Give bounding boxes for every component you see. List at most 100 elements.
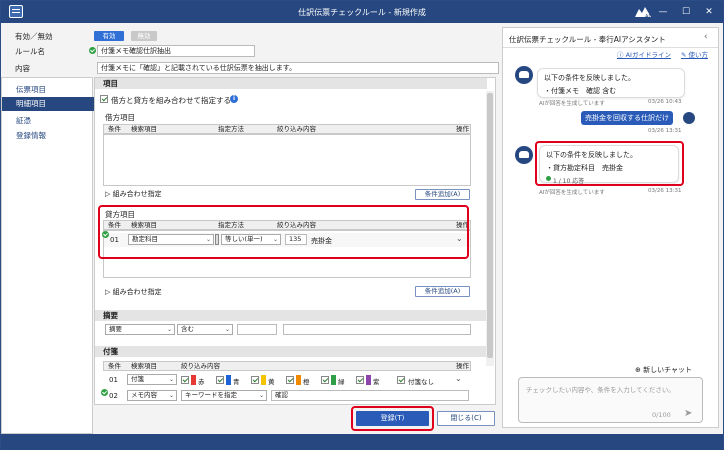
scrollbar-thumb[interactable] [487,93,493,358]
chevron-right-icon: ▷ [105,190,113,198]
chevron-right-icon: ▷ [105,288,113,296]
ai-msg1-meta: AIが回答を生成しています [539,101,605,107]
combine-label: 借方と貸方を組み合わせて指定する [111,96,231,105]
fusen-row2-check-icon [101,389,108,396]
fusen-color-swatch [296,375,301,385]
fusen-memo-method-value: キーワードを指定 [185,391,237,399]
fusen-color-checkbox[interactable] [251,376,259,384]
nav-item-meisai[interactable]: 明細項目 [2,97,133,111]
rule-name-input[interactable]: 付箋メモ確認仕訳抽出 [97,45,255,57]
credit-add-condition-button[interactable]: 条件追加(A) [415,286,470,297]
summary-value-input[interactable] [237,324,277,335]
fusen-row-1: 01 付箋 ⌄ 赤 青 黄 橙 緑 紫 付箋なし ⌄ [103,373,471,387]
fusen-color-checkbox[interactable] [181,376,189,384]
window-title: 仕訳伝票チェックルール - 新規作成 [298,8,426,17]
col-item: 検索項目 [131,125,157,133]
ai-panel-title: 仕訳伝票チェックルール - 奉行AIアシスタント [509,35,666,44]
user-msg-time: 03/26 13:31 [648,128,682,134]
active-label: 有効／無効 [15,32,53,41]
new-chat-button[interactable]: ⊕ 新しいチャット [635,365,692,375]
fusen-item-select[interactable]: 付箋 ⌄ [127,374,177,385]
fusen-memo-item-value: メモ内容 [131,391,157,399]
chevron-down-icon: ⌄ [168,376,174,383]
rule-name-label: ルール名 [15,47,45,56]
chat-input-box[interactable]: チェックしたい内容や、条件を入力してください。 0/100 ➤ [518,377,703,423]
ai-avatar-icon [515,66,533,84]
fusen-color-checkbox[interactable] [356,376,364,384]
chevron-down-icon: ⌄ [258,392,264,399]
col-filter: 絞り込み内容 [181,362,220,370]
send-icon[interactable]: ➤ [684,408,692,419]
nav-item-shohyo[interactable]: 証憑 [2,114,94,128]
summary-method-value: 含む [181,325,194,333]
howto-icon: ✎ [681,51,689,59]
fusen-color-checkbox[interactable] [216,376,224,384]
summary-extra-input[interactable] [283,324,471,335]
fusen-item-value: 付箋 [131,375,144,383]
combine-checkbox[interactable] [100,95,108,103]
ai-guideline-link[interactable]: ⓘ AIガイドライン [617,49,671,59]
ai-msg1-line1: 以下の条件を反映しました。 [544,74,635,82]
ai-message-highlight-frame [535,141,684,186]
rule-name-check-icon [89,47,96,54]
chevron-down-icon: ⌄ [168,392,174,399]
fusen-row-2: 02 メモ内容 ⌄ キーワードを指定 ⌄ 確認 [101,389,471,403]
active-on-toggle[interactable]: 有効 [94,31,124,41]
close-button[interactable]: 閉じる(C) [437,411,495,426]
debit-title: 借方項目 [105,113,135,122]
fusen-row1-no: 01 [109,376,118,384]
chevron-down-icon: ⌄ [224,326,230,333]
maximize-button[interactable]: ☐ [679,5,693,19]
ai-msg2-meta: AIが回答を生成しています [539,190,605,196]
howto-link[interactable]: ✎ 使い方 [681,49,708,59]
status-bar [1,434,723,450]
fusen-memo-keyword-input[interactable]: 確認 [271,390,469,401]
content-label: 内容 [15,64,30,73]
main-scrollbar[interactable] [486,91,494,366]
fusen-row1-menu-icon[interactable]: ⌄ [455,374,462,383]
summary-section-header: 摘要 [95,310,487,321]
fusen-color-label: 赤 [198,378,205,386]
app-window: 仕訳伝票チェックルール - 新規作成 AI — ☐ ✕ 有効／無効 有効 無効 … [0,0,724,450]
fusen-color-swatch [331,375,336,385]
nav-item-toroku[interactable]: 登録情報 [2,129,94,143]
close-window-button[interactable]: ✕ [702,5,716,19]
fusen-color-label: 黄 [268,378,275,386]
chat-char-counter: 0/100 [652,411,671,419]
fusen-color-checkbox[interactable] [321,376,329,384]
summary-item-select[interactable]: 摘要 ⌄ [105,324,175,335]
debit-list [103,134,471,186]
ai-msg2-time: 03/26 13:31 [648,188,682,194]
nav-item-meisai-label: 明細項目 [16,99,46,108]
bugyo-logo-icon: AI [635,7,651,19]
debit-add-condition-button[interactable]: 条件追加(A) [415,189,470,200]
fusen-none-checkbox[interactable] [397,376,405,384]
col-cond: 条件 [108,362,121,370]
credit-combo-toggle[interactable]: ▷ 組み合わせ指定 [105,287,162,297]
fusen-none-label: 付箋なし [408,378,434,386]
fusen-color-swatch [226,375,231,385]
fusen-color-checkbox[interactable] [286,376,294,384]
plus-circle-icon: ⊕ [635,366,644,374]
fusen-memo-item-select[interactable]: メモ内容 ⌄ [127,390,177,401]
chevron-down-icon: ⌄ [166,326,172,333]
minimize-button[interactable]: — [656,5,670,19]
side-nav: 伝票項目 明細項目 証憑 登録情報 [1,77,133,434]
active-off-toggle[interactable]: 無効 [131,31,157,41]
svg-text:AI: AI [645,14,650,19]
debit-combo-toggle[interactable]: ▷ 組み合わせ指定 [105,189,162,199]
content-input[interactable]: 付箋メモに「確認」と記載されている仕訳伝票を抽出します。 [97,62,499,74]
credit-combo-label: 組み合わせ指定 [112,288,162,296]
collapse-chevron-icon[interactable]: ‹ [704,32,708,42]
title-bar: 仕訳伝票チェックルール - 新規作成 AI — ☐ ✕ [1,1,723,23]
col-cond: 条件 [108,125,121,133]
user-message: 売掛金を回収する仕訳だけ [581,111,673,125]
fusen-memo-method-select[interactable]: キーワードを指定 ⌄ [181,390,267,401]
fusen-color-swatch [191,375,196,385]
chat-input-placeholder: チェックしたい内容や、条件を入力してください。 [526,386,675,394]
summary-method-select[interactable]: 含む ⌄ [177,324,233,335]
nav-item-denpyo[interactable]: 伝票項目 [2,83,94,97]
summary-item-value: 摘要 [109,325,122,333]
credit-highlight-frame [98,205,469,259]
info-icon[interactable]: i [230,95,238,103]
